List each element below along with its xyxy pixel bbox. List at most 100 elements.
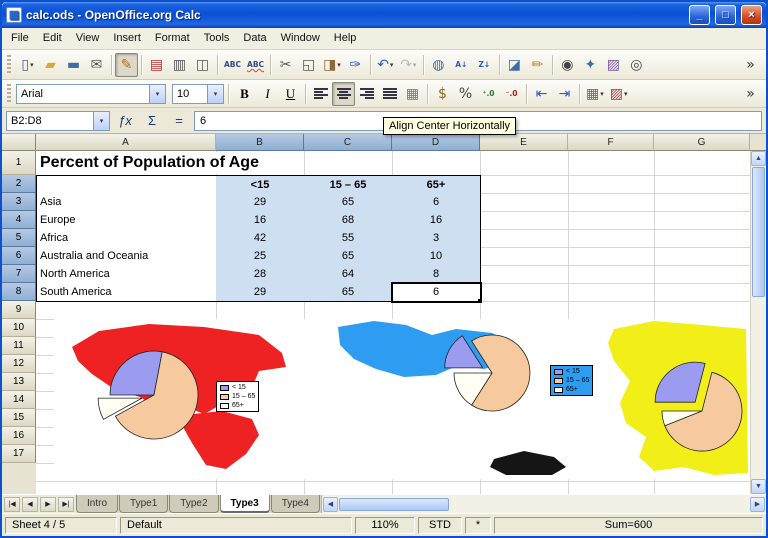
table-header-cell-0[interactable]: <15 xyxy=(216,175,305,194)
scroll-right-button[interactable]: ▶ xyxy=(750,497,765,512)
sheet-tab-type3[interactable]: Type3 xyxy=(220,495,270,513)
percent-format-button[interactable]: % xyxy=(454,82,477,106)
cell-value-5-0[interactable]: 29 xyxy=(216,283,305,302)
cell-region-africa[interactable]: Africa xyxy=(36,229,217,248)
row-header-11[interactable]: 11 xyxy=(2,337,36,355)
fill-handle[interactable] xyxy=(478,299,482,303)
status-zoom[interactable]: 110% xyxy=(355,517,415,534)
last-sheet-button[interactable]: ▶| xyxy=(58,497,74,512)
menu-item-tools[interactable]: Tools xyxy=(197,29,237,48)
menu-item-data[interactable]: Data xyxy=(236,29,273,48)
hyperlink-button[interactable]: ◍ xyxy=(427,53,450,77)
row-header-12[interactable]: 12 xyxy=(2,355,36,373)
minimize-button[interactable]: _ xyxy=(689,5,710,25)
cell-value-4-1[interactable]: 64 xyxy=(304,265,393,284)
sheet-tab-type2[interactable]: Type2 xyxy=(169,495,218,513)
column-header-g[interactable]: G xyxy=(654,134,750,151)
menu-item-view[interactable]: View xyxy=(69,29,107,48)
print-button[interactable]: ▥ xyxy=(168,53,191,77)
function-button[interactable]: = xyxy=(167,111,191,131)
cell-region-north-america[interactable]: North America xyxy=(36,265,217,284)
font-name-dropdown-button[interactable]: ▾ xyxy=(149,85,165,103)
row-header-3[interactable]: 3 xyxy=(2,193,36,211)
close-button[interactable]: × xyxy=(741,5,762,25)
cell-value-2-1[interactable]: 55 xyxy=(304,229,393,248)
horizontal-scrollbar[interactable]: ◀ ▶ xyxy=(321,495,766,513)
row-header-13[interactable]: 13 xyxy=(2,373,36,391)
open-button[interactable]: ▰ xyxy=(39,53,62,77)
insert-chart-button[interactable]: ◪ xyxy=(503,53,526,77)
paste-button[interactable]: ◨▾ xyxy=(320,53,344,77)
merge-cells-button[interactable]: ▦ xyxy=(401,82,424,106)
cell-value-3-0[interactable]: 25 xyxy=(216,247,305,266)
sort-ascending-button[interactable]: A↓ xyxy=(450,53,473,77)
cell-region-south-america[interactable]: South America xyxy=(36,283,217,302)
find-replace-button[interactable]: ◉ xyxy=(556,53,579,77)
add-decimal-button[interactable]: ⁺.0 xyxy=(477,82,500,106)
delete-decimal-button[interactable]: ⁻.0 xyxy=(500,82,523,106)
sheet-tab-intro[interactable]: Intro xyxy=(76,495,118,513)
align-right-button[interactable] xyxy=(355,82,378,106)
row-header-2[interactable]: 2 xyxy=(2,175,36,193)
cells-area[interactable]: Percent of Population of Age < 15 15 – 6… xyxy=(36,151,750,494)
sort-descending-button[interactable]: Z↓ xyxy=(473,53,496,77)
column-header-b[interactable]: B xyxy=(216,134,304,151)
cell-value-2-0[interactable]: 42 xyxy=(216,229,305,248)
row-header-10[interactable]: 10 xyxy=(2,319,36,337)
next-sheet-button[interactable]: ▶ xyxy=(40,497,56,512)
undo-button[interactable]: ↶▾ xyxy=(374,53,397,77)
maximize-button[interactable]: □ xyxy=(715,5,736,25)
cell-value-3-1[interactable]: 65 xyxy=(304,247,393,266)
column-header-a[interactable]: A xyxy=(36,134,216,151)
function-wizard-button[interactable]: ƒx xyxy=(113,111,137,131)
save-button[interactable]: ▬ xyxy=(62,53,85,77)
vertical-scroll-thumb[interactable] xyxy=(752,167,765,297)
scroll-left-button[interactable]: ◀ xyxy=(323,497,338,512)
select-all-corner[interactable] xyxy=(2,134,36,151)
horizontal-scroll-thumb[interactable] xyxy=(339,498,449,511)
italic-button[interactable]: I xyxy=(256,82,279,106)
font-size-combo[interactable]: 10 ▾ xyxy=(172,84,224,104)
cell-value-1-0[interactable]: 16 xyxy=(216,211,305,230)
align-justified-button[interactable] xyxy=(378,82,401,106)
export-pdf-button[interactable]: ▤ xyxy=(145,53,168,77)
underline-button[interactable]: U xyxy=(279,82,302,106)
cell-value-2-2[interactable]: 3 xyxy=(392,229,481,248)
column-header-d[interactable]: D xyxy=(392,134,480,151)
row-header-7[interactable]: 7 xyxy=(2,265,36,283)
more-buttons-chevron[interactable]: » xyxy=(739,82,762,106)
menu-item-format[interactable]: Format xyxy=(148,29,197,48)
cell-region-europe[interactable]: Europe xyxy=(36,211,217,230)
copy-button[interactable]: ◱ xyxy=(297,53,320,77)
bold-button[interactable]: B xyxy=(233,82,256,106)
font-size-dropdown-button[interactable]: ▾ xyxy=(207,85,223,103)
row-header-4[interactable]: 4 xyxy=(2,211,36,229)
row-header-9[interactable]: 9 xyxy=(2,301,36,319)
toolbar-handle[interactable] xyxy=(7,84,11,104)
cell-A2[interactable] xyxy=(36,175,217,194)
scroll-track[interactable] xyxy=(751,298,766,479)
row-header-1[interactable]: 1 xyxy=(2,151,36,175)
page-preview-button[interactable]: ◫ xyxy=(191,53,214,77)
cell-value-1-2[interactable]: 16 xyxy=(392,211,481,230)
column-header-f[interactable]: F xyxy=(568,134,654,151)
background-color-button[interactable]: ▨▾ xyxy=(607,82,631,106)
scroll-down-button[interactable]: ▼ xyxy=(751,479,766,494)
borders-button[interactable]: ▦▾ xyxy=(583,82,607,106)
status-selection-mode[interactable]: STD xyxy=(418,517,462,534)
font-name-combo[interactable]: Arial ▾ xyxy=(16,84,166,104)
cell-value-0-1[interactable]: 65 xyxy=(304,193,393,212)
toolbar-handle[interactable] xyxy=(7,55,11,75)
cell-value-4-0[interactable]: 28 xyxy=(216,265,305,284)
redo-button[interactable]: ↷▾ xyxy=(397,53,420,77)
row-header-15[interactable]: 15 xyxy=(2,409,36,427)
table-header-cell-1[interactable]: 15 – 65 xyxy=(304,175,393,194)
menu-item-file[interactable]: File xyxy=(4,29,36,48)
new-document-button[interactable]: ▯▾ xyxy=(16,53,39,77)
status-sum[interactable]: Sum=600 xyxy=(494,517,763,534)
gallery-button[interactable]: ▨ xyxy=(602,53,625,77)
format-paintbrush-button[interactable]: ✑ xyxy=(344,53,367,77)
align-center-button[interactable] xyxy=(332,82,355,106)
sheet-tab-type1[interactable]: Type1 xyxy=(119,495,168,513)
cell-region-asia[interactable]: Asia xyxy=(36,193,217,212)
